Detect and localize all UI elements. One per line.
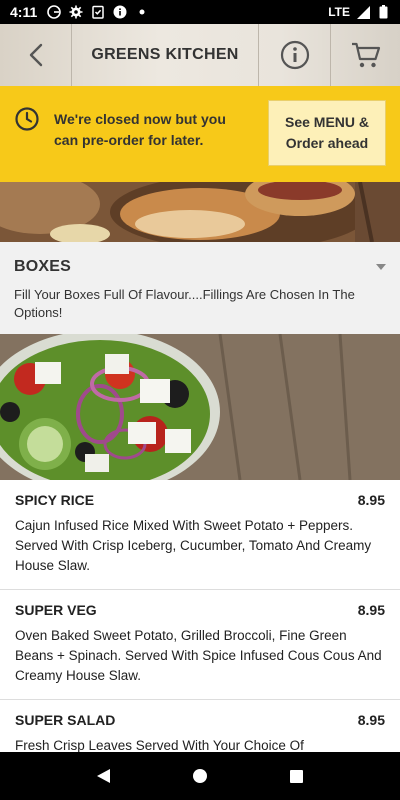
closed-banner: We're closed now but you can pre-order f… (0, 86, 400, 182)
status-bar: 4:11 LTE (0, 0, 400, 24)
dot-icon (135, 5, 149, 19)
settings-icon (69, 5, 83, 19)
signal-icon (356, 5, 370, 19)
clipboard-check-icon (91, 5, 105, 19)
menu-item-description: Fresh Crisp Leaves Served With Your Choi… (15, 738, 304, 752)
menu-item-price: 8.95 (357, 602, 385, 618)
menu-item-description: Cajun Infused Rice Mixed With Sweet Pota… (15, 518, 372, 573)
cart-icon (351, 42, 380, 68)
menu-item-name: SPICY RICE (15, 492, 95, 508)
system-nav-bar (0, 752, 400, 800)
app-screen: 4:11 LTE GREENS KITCHEN We're closed now… (0, 0, 400, 800)
battery-icon (376, 5, 390, 19)
status-time: 4:11 (10, 4, 38, 20)
menu-item-name: SUPER VEG (15, 602, 97, 618)
info-icon (280, 40, 309, 70)
menu-item-price: 8.95 (357, 712, 385, 728)
status-system-icons: LTE (328, 5, 390, 19)
chevron-down-icon[interactable] (376, 264, 386, 270)
cart-button[interactable] (330, 24, 400, 86)
category-description: Fill Your Boxes Full Of Flavour....Filli… (14, 287, 355, 320)
menu-item[interactable]: SUPER VEG 8.95 Oven Baked Sweet Potato, … (0, 590, 400, 700)
info-icon (113, 5, 127, 19)
menu-item[interactable]: SUPER SALAD 8.95 Fresh Crisp Leaves Serv… (0, 700, 400, 752)
menu-item[interactable]: SPICY RICE 8.95 Cajun Infused Rice Mixed… (0, 480, 400, 590)
nav-back-icon[interactable] (97, 769, 111, 783)
category-title: BOXES (14, 258, 72, 275)
google-icon (47, 5, 62, 19)
menu-item-price: 8.95 (357, 492, 385, 508)
salad-image (0, 334, 400, 480)
category-section[interactable]: BOXES Fill Your Boxes Full Of Flavour...… (0, 242, 400, 334)
info-button[interactable] (258, 24, 330, 86)
back-button[interactable] (0, 24, 72, 86)
see-menu-button[interactable]: See MENU & Order ahead (268, 100, 386, 166)
menu-item-description: Oven Baked Sweet Potato, Grilled Broccol… (15, 628, 382, 683)
menu-item-name: SUPER SALAD (15, 712, 116, 728)
status-notification-icons (47, 5, 149, 19)
menu-items-list: SPICY RICE 8.95 Cajun Infused Rice Mixed… (0, 480, 400, 752)
nav-home-icon[interactable] (192, 769, 207, 783)
closed-message: We're closed now but you can pre-order f… (54, 111, 226, 148)
page-title: GREENS KITCHEN (91, 46, 239, 63)
clock-icon (15, 107, 39, 131)
nav-recents-icon[interactable] (289, 769, 303, 783)
hero-food-image (0, 182, 400, 242)
app-header: GREENS KITCHEN (0, 24, 400, 86)
network-type: LTE (328, 5, 350, 19)
back-arrow-icon (29, 43, 42, 67)
